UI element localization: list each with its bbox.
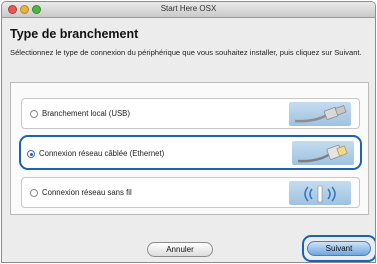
window-title: Start Here OSX [160, 4, 217, 13]
option-usb[interactable]: Branchement local (USB) [21, 98, 360, 129]
instructions-text: Sélectionnez le type de connexion du pér… [10, 48, 362, 57]
option-usb-label: Branchement local (USB) [42, 109, 130, 118]
radio-wireless[interactable] [30, 189, 38, 197]
option-ethernet-label: Connexion réseau câblée (Ethernet) [39, 149, 165, 158]
connection-options-panel: Branchement local (USB) Connexion réseau… [10, 82, 369, 215]
title-bar[interactable]: Start Here OSX [2, 2, 375, 18]
radio-ethernet[interactable] [27, 150, 35, 158]
wireless-antenna-icon [289, 181, 351, 205]
usb-cable-icon [289, 102, 351, 126]
page-title: Type de branchement [10, 27, 139, 41]
option-wireless[interactable]: Connexion réseau sans fil [21, 177, 360, 208]
radio-usb[interactable] [30, 110, 38, 118]
installer-window: Start Here OSX Type de branchement Sélec… [1, 1, 376, 263]
next-button[interactable]: Suivant [307, 241, 371, 256]
ethernet-cable-icon [292, 141, 354, 165]
option-ethernet[interactable]: Connexion réseau câblée (Ethernet) [19, 135, 362, 170]
option-wireless-label: Connexion réseau sans fil [42, 188, 132, 197]
cancel-button[interactable]: Annuler [147, 242, 213, 257]
